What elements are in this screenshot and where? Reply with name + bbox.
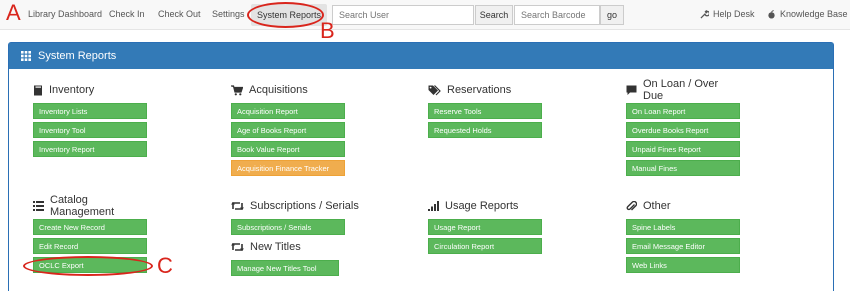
annotation-letter-c: C [157, 253, 173, 278]
section-title-other: Other [643, 200, 671, 212]
knowledge-base-link[interactable]: Knowledge Base [767, 9, 848, 19]
section-subscriptions: Subscriptions / Serials Subscriptions / … [231, 198, 371, 279]
web-links-button[interactable]: Web Links [626, 257, 740, 273]
system-reports-panel: System Reports Inventory Inventory Lists… [8, 42, 834, 291]
retweet-icon [231, 243, 244, 251]
section-title-subscriptions: Subscriptions / Serials [250, 200, 359, 212]
requested-holds-button[interactable]: Requested Holds [428, 122, 542, 138]
help-desk-link[interactable]: Help Desk [700, 9, 755, 19]
nav-check-in[interactable]: Check In [109, 9, 145, 19]
subscriptions-serials-button[interactable]: Subscriptions / Serials [231, 219, 345, 235]
nav-settings[interactable]: Settings [212, 9, 245, 19]
section-title-reservations: Reservations [447, 84, 512, 96]
retweet-icon [231, 202, 244, 210]
annotation-letter-b: B [320, 18, 335, 43]
circulation-report-button[interactable]: Circulation Report [428, 238, 542, 254]
section-usage-reports: Usage Reports Usage Report Circulation R… [428, 198, 542, 257]
search-barcode-input[interactable] [514, 5, 600, 25]
annotation-ellipse-b [247, 2, 324, 28]
manual-fines-button[interactable]: Manual Fines [626, 160, 740, 176]
create-new-record-button[interactable]: Create New Record [33, 219, 147, 235]
top-navbar: Library Dashboard Check In Check Out Set… [0, 0, 850, 30]
nav-library-dashboard[interactable]: Library Dashboard [28, 9, 102, 19]
usage-report-button[interactable]: Usage Report [428, 219, 542, 235]
search-button[interactable]: Search [475, 5, 513, 25]
section-on-loan: On Loan / Over Due On Loan Report Overdu… [626, 78, 740, 179]
search-user-input[interactable] [332, 5, 474, 25]
wrench-icon [700, 9, 709, 19]
overdue-books-report-button[interactable]: Overdue Books Report [626, 122, 740, 138]
section-title-catalog: Catalog Management [50, 194, 115, 218]
section-title-usage: Usage Reports [445, 200, 519, 212]
manage-new-titles-tool-button[interactable]: Manage New Titles Tool [231, 260, 339, 276]
book-value-report-button[interactable]: Book Value Report [231, 141, 345, 157]
paperclip-icon [626, 200, 637, 210]
section-title-inventory: Inventory [49, 84, 95, 96]
go-button[interactable]: go [600, 5, 624, 25]
reserve-tools-button[interactable]: Reserve Tools [428, 103, 542, 119]
knowledge-base-label: Knowledge Base [780, 9, 848, 19]
panel-heading: System Reports [9, 43, 833, 69]
help-desk-label: Help Desk [713, 9, 755, 19]
annotation-letter-a: A [6, 0, 21, 25]
annotation-ellipse-c [23, 256, 153, 276]
email-message-editor-button[interactable]: Email Message Editor [626, 238, 740, 254]
acquisition-finance-tracker-button[interactable]: Acquisition Finance Tracker [231, 160, 345, 176]
section-title-new-titles: New Titles [250, 241, 301, 253]
spine-labels-button[interactable]: Spine Labels [626, 219, 740, 235]
nav-check-out[interactable]: Check Out [158, 9, 201, 19]
section-title-acquisitions: Acquisitions [249, 84, 308, 96]
unpaid-fines-report-button[interactable]: Unpaid Fines Report [626, 141, 740, 157]
book-icon [34, 85, 42, 95]
panel-title: System Reports [38, 50, 117, 62]
shopping-cart-icon [231, 84, 243, 95]
inventory-tool-button[interactable]: Inventory Tool [33, 122, 147, 138]
inventory-report-button[interactable]: Inventory Report [33, 141, 147, 157]
comment-icon [626, 85, 637, 95]
tags-icon [428, 84, 441, 95]
section-reservations: Reservations Reserve Tools Requested Hol… [428, 82, 542, 141]
apple-icon [768, 9, 775, 19]
section-other: Other Spine Labels Email Message Editor … [626, 198, 740, 276]
inventory-lists-button[interactable]: Inventory Lists [33, 103, 147, 119]
section-acquisitions: Acquisitions Acquisition Report Age of B… [231, 82, 345, 179]
signal-icon [428, 201, 439, 211]
grid-icon [21, 51, 31, 61]
acquisition-report-button[interactable]: Acquisition Report [231, 103, 345, 119]
on-loan-report-button[interactable]: On Loan Report [626, 103, 740, 119]
list-icon [33, 201, 44, 211]
age-of-books-report-button[interactable]: Age of Books Report [231, 122, 345, 138]
section-inventory: Inventory Inventory Lists Inventory Tool… [33, 82, 147, 160]
section-title-on-loan: On Loan / Over Due [643, 78, 719, 102]
edit-record-button[interactable]: Edit Record [33, 238, 147, 254]
